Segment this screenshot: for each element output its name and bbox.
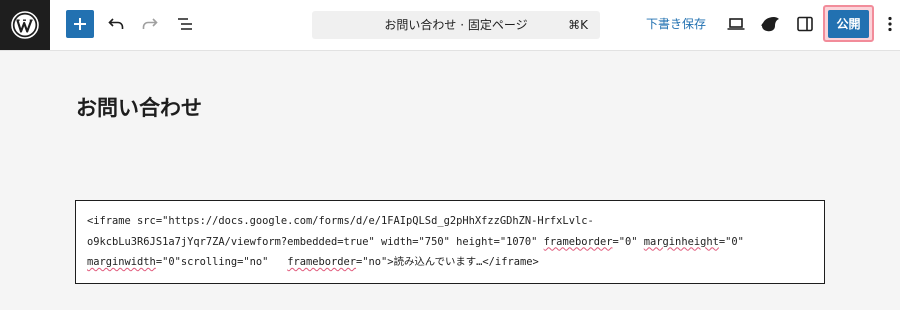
preview-button[interactable] (724, 12, 748, 36)
code-text: ="0" (612, 235, 644, 248)
undo-icon (108, 18, 124, 29)
contrast-icon (761, 17, 779, 32)
wordpress-logo-icon[interactable] (0, 0, 50, 50)
spellcheck-word: frameborder (287, 256, 357, 268)
list-view-button[interactable] (173, 12, 197, 36)
add-block-button[interactable] (66, 10, 94, 38)
settings-button[interactable] (793, 12, 817, 36)
sidebar-icon (797, 16, 813, 32)
code-text: ="0" (718, 235, 744, 248)
options-button[interactable] (884, 12, 896, 36)
redo-icon (142, 18, 158, 29)
list-view-icon (178, 18, 192, 30)
save-draft-button[interactable]: 下書き保存 (646, 16, 706, 32)
vertical-ellipsis-icon (888, 16, 892, 32)
command-palette-bar[interactable]: お問い合わせ · 固定ページ ⌘K (312, 11, 600, 39)
code-text: o9kcbLu3R6JS1a7jYqr7ZA/viewform?embedded… (87, 235, 544, 248)
laptop-icon (727, 18, 745, 30)
styles-button[interactable] (758, 12, 782, 36)
code-text: ="no">読み込んでいます…</iframe> (356, 256, 539, 268)
custom-html-block[interactable]: <iframe src="https://docs.google.com/for… (75, 200, 825, 284)
code-line-1: <iframe src="https://docs.google.com/for… (87, 215, 594, 227)
page-title[interactable]: お問い合わせ (76, 94, 202, 122)
code-line-2: o9kcbLu3R6JS1a7jYqr7ZA/viewform?embedded… (87, 236, 744, 248)
redo-button[interactable] (138, 12, 162, 36)
command-shortcut: ⌘K (568, 18, 588, 32)
code-line-3: marginwidth="0"scrolling="no" frameborde… (87, 256, 539, 268)
editor-header: お問い合わせ · 固定ページ ⌘K 下書き保存 公開 (0, 0, 900, 51)
publish-button[interactable]: 公開 (828, 10, 869, 38)
spellcheck-word: marginwidth (87, 256, 156, 268)
document-title: お問い合わせ · 固定ページ (384, 18, 528, 32)
spellcheck-word: frameborder (543, 235, 613, 248)
code-text: ="0"scrolling="no" (155, 256, 288, 268)
spellcheck-word: marginheight (643, 235, 719, 248)
undo-button[interactable] (104, 12, 128, 36)
plus-icon (74, 18, 86, 30)
